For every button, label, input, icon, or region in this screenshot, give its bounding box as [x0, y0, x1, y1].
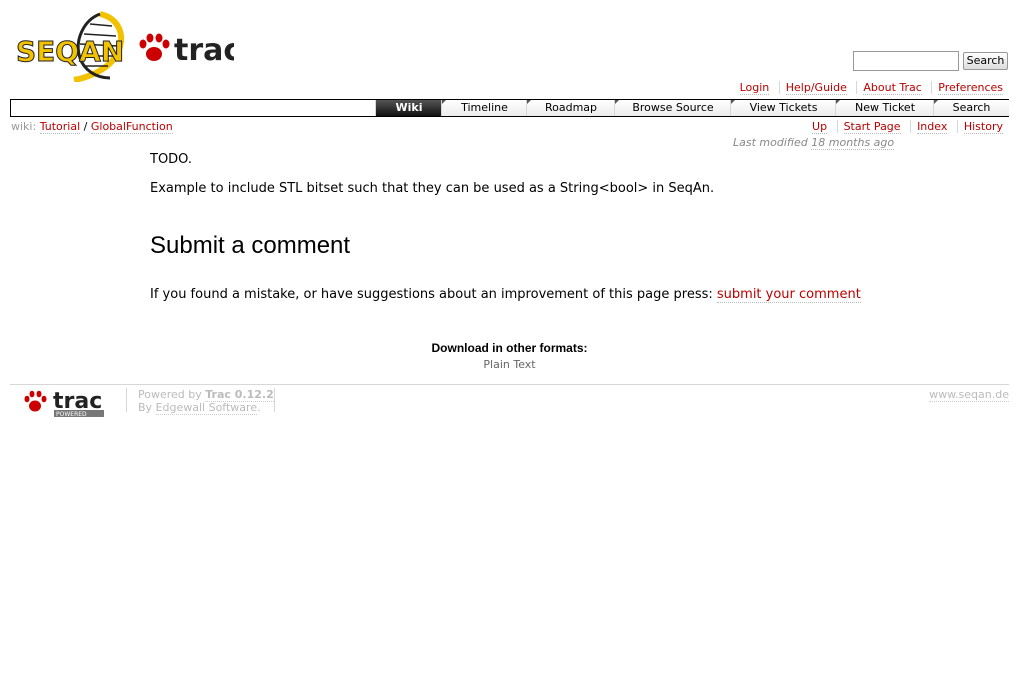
by-label: By	[138, 401, 153, 414]
last-modified-age[interactable]: 18 months ago	[811, 136, 895, 150]
footer-separator	[126, 388, 127, 412]
footer-divider	[10, 384, 1009, 385]
up-link[interactable]: Up	[812, 120, 828, 134]
breadcrumb-prefix: wiki:	[11, 120, 37, 133]
plain-text-link[interactable]: Plain Text	[0, 358, 1019, 371]
todo-text: TODO.	[150, 152, 193, 167]
search-button[interactable]: Search	[963, 52, 1008, 70]
breadcrumb-tutorial[interactable]: Tutorial	[39, 120, 81, 134]
login-link[interactable]: Login	[739, 81, 770, 95]
submit-comment-link[interactable]: submit your comment	[716, 287, 861, 303]
powered-by-label: Powered by	[138, 388, 202, 401]
trac-version-link[interactable]: Trac 0.12.2	[205, 388, 274, 402]
logo-trac-text: trac	[174, 33, 234, 68]
tab-view-tickets[interactable]: View Tickets	[730, 100, 836, 116]
site-link[interactable]: www.seqan.de	[929, 388, 1009, 402]
seqan-trac-logo[interactable]: SEQAN trac	[14, 10, 241, 83]
submit-comment-heading: Submit a comment	[150, 232, 351, 259]
example-text: Example to include STL bitset such that …	[150, 181, 715, 196]
trac-powered-logo[interactable]: trac POWERED	[22, 388, 110, 418]
footer-separator	[274, 388, 275, 412]
comment-paragraph: If you found a mistake, or have suggesti…	[150, 287, 861, 303]
tab-roadmap[interactable]: Roadmap	[526, 100, 615, 116]
breadcrumb: wiki: Tutorial / GlobalFunction	[11, 120, 173, 134]
last-modified-label: Last modified	[733, 136, 808, 149]
index-link[interactable]: Index	[917, 120, 948, 134]
tab-search[interactable]: Search	[933, 100, 1009, 116]
context-navigation: Up Start Page Index History	[806, 120, 1009, 134]
powered-by: Powered by Trac 0.12.2 By Edgewall Softw…	[138, 388, 274, 415]
alternate-formats: Download in other formats: Plain Text	[0, 341, 1019, 371]
tab-wiki[interactable]: Wiki	[375, 100, 442, 116]
breadcrumb-globalfunction[interactable]: GlobalFunction	[90, 120, 173, 134]
main-navigation: Wiki Timeline Roadmap Browse Source View…	[10, 99, 1009, 117]
comment-text: If you found a mistake, or have suggesti…	[150, 287, 713, 302]
logo-seqan-text: SEQAN	[16, 35, 124, 68]
footer-logo-sub: POWERED	[56, 411, 87, 418]
meta-navigation: Login Help/Guide About Trac Preferences	[734, 81, 1009, 95]
site-footer: www.seqan.de	[929, 388, 1009, 402]
alternate-formats-title: Download in other formats:	[431, 341, 588, 355]
breadcrumb-separator: /	[83, 120, 88, 133]
history-link[interactable]: History	[963, 120, 1003, 134]
start-page-link[interactable]: Start Page	[843, 120, 901, 134]
help-guide-link[interactable]: Help/Guide	[785, 81, 847, 95]
last-modified: Last modified 18 months ago	[733, 136, 895, 150]
edgewall-link[interactable]: Edgewall Software	[155, 401, 258, 415]
about-trac-link[interactable]: About Trac	[863, 81, 922, 95]
tab-new-ticket[interactable]: New Ticket	[835, 100, 934, 116]
search-input[interactable]	[853, 51, 959, 71]
preferences-link[interactable]: Preferences	[938, 81, 1003, 95]
tab-browse-source[interactable]: Browse Source	[614, 100, 731, 116]
tab-timeline[interactable]: Timeline	[441, 100, 527, 116]
